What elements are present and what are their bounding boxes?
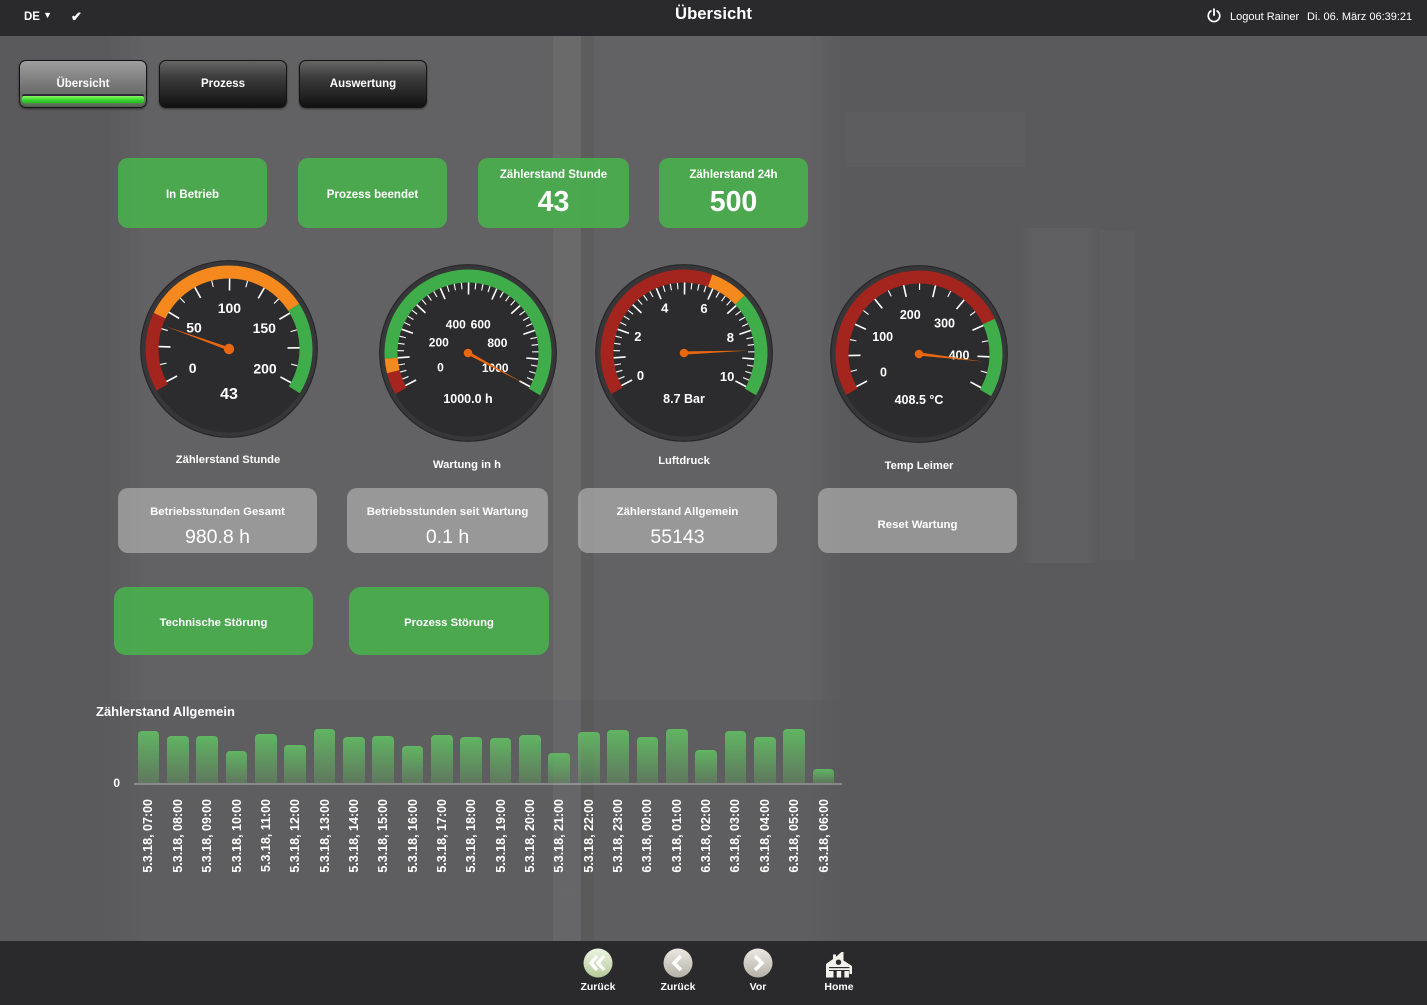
- svg-text:408.5 °C: 408.5 °C: [895, 393, 944, 407]
- svg-text:200: 200: [900, 308, 921, 322]
- svg-text:200: 200: [429, 336, 449, 350]
- svg-text:1000.0 h: 1000.0 h: [443, 392, 492, 406]
- svg-text:6: 6: [700, 301, 707, 316]
- svg-text:43: 43: [220, 386, 238, 403]
- svg-text:8: 8: [727, 330, 734, 345]
- svg-text:300: 300: [934, 316, 955, 330]
- svg-text:4: 4: [661, 300, 669, 315]
- svg-text:10: 10: [720, 369, 734, 384]
- svg-text:50: 50: [186, 320, 202, 336]
- svg-text:600: 600: [471, 318, 491, 332]
- svg-text:100: 100: [872, 330, 893, 344]
- svg-text:400: 400: [446, 318, 466, 332]
- svg-text:150: 150: [253, 320, 277, 336]
- svg-text:200: 200: [253, 361, 277, 377]
- svg-text:2: 2: [634, 329, 641, 344]
- svg-text:0: 0: [880, 366, 887, 380]
- svg-text:100: 100: [218, 300, 242, 316]
- svg-text:0: 0: [189, 360, 197, 376]
- svg-text:400: 400: [949, 349, 970, 363]
- svg-text:800: 800: [487, 336, 507, 350]
- svg-text:0: 0: [437, 360, 444, 374]
- svg-text:0: 0: [637, 368, 644, 383]
- svg-text:8.7 Bar: 8.7 Bar: [663, 392, 705, 406]
